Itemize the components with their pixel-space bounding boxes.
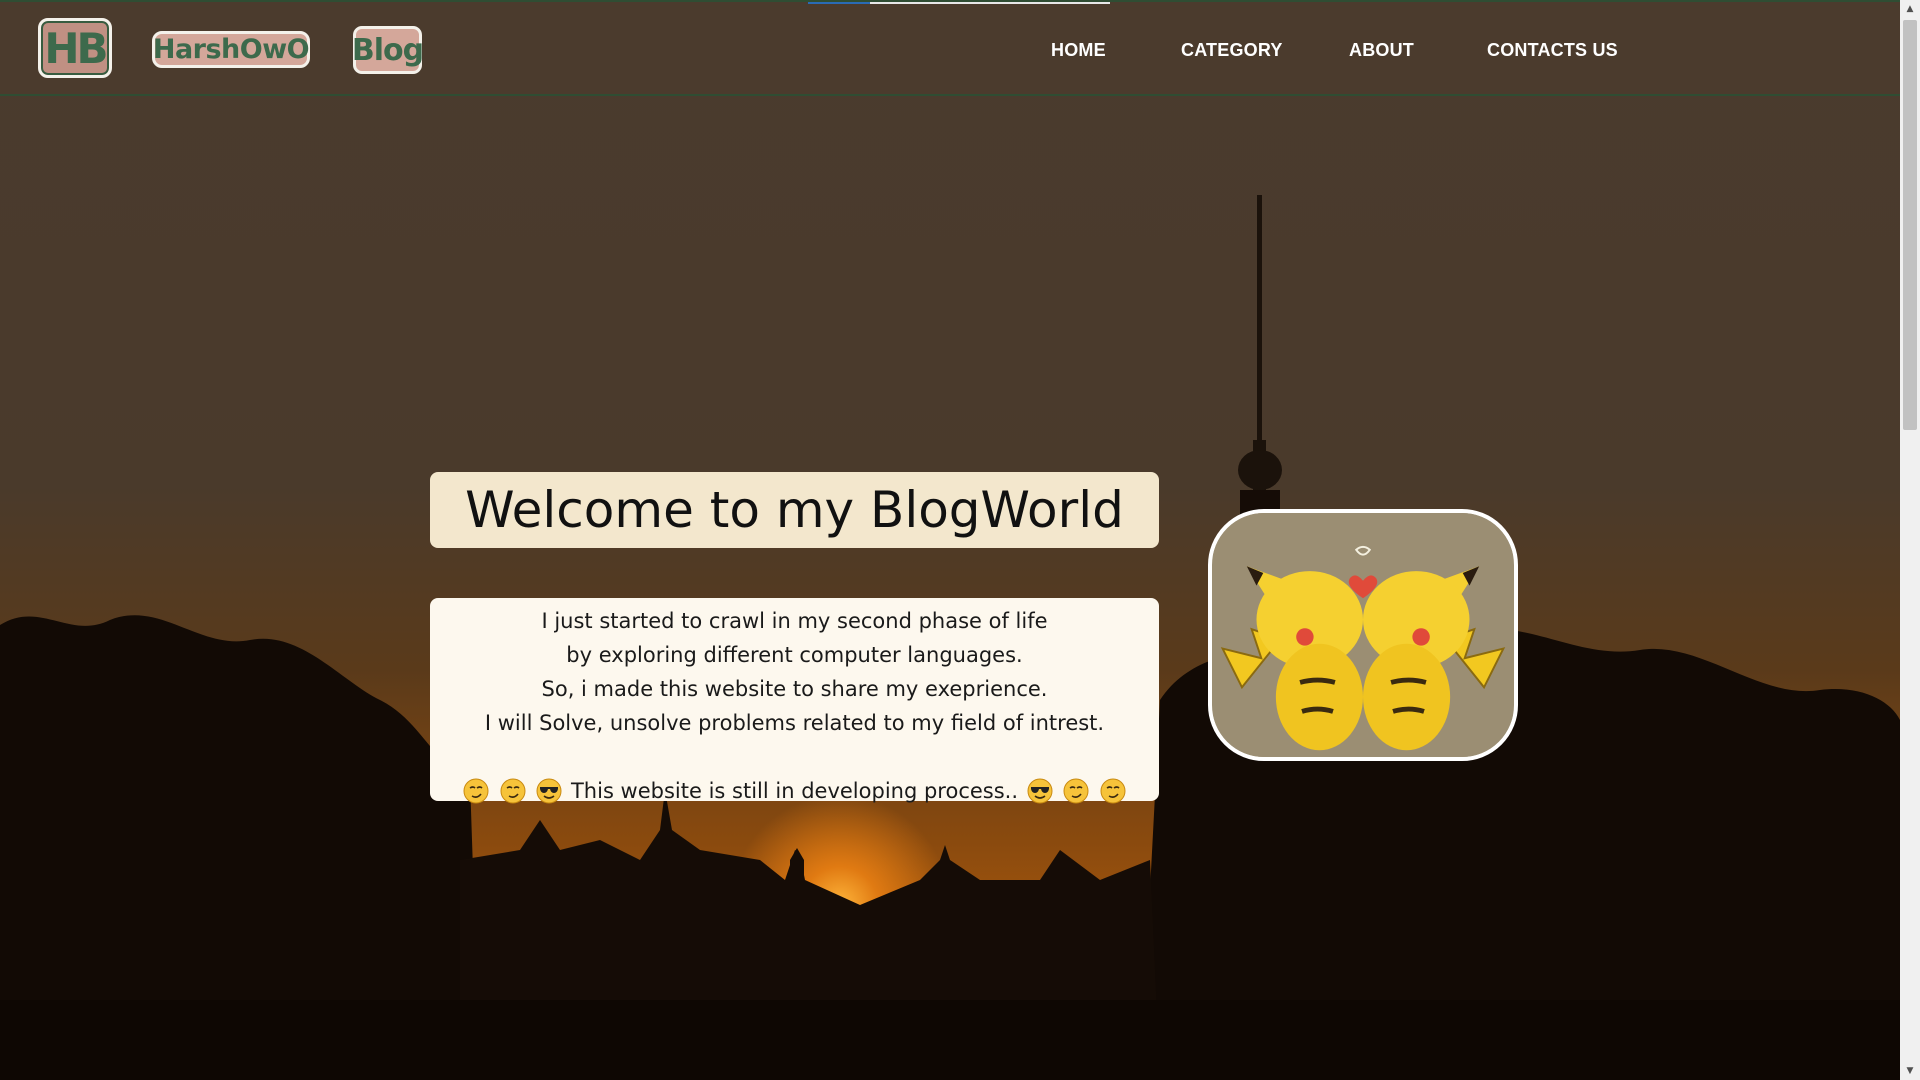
page-loading-indicator [808, 2, 870, 4]
intro-line: I will Solve, unsolve problems related t… [484, 711, 1105, 735]
sunglasses-emoji-icon [536, 778, 562, 804]
nav-contacts-link[interactable]: CONTACTS US [1487, 40, 1618, 61]
scroll-down-icon[interactable]: ▼ [1900, 1062, 1920, 1080]
page-loading-track [870, 2, 1110, 4]
smirk-emoji-icon [500, 778, 526, 804]
intro-line: I just started to crawl in my second pha… [541, 609, 1048, 633]
hero-title: Welcome to my BlogWorld [430, 472, 1159, 548]
intro-line: So, i made this website to share my exep… [541, 677, 1048, 701]
logo-initials[interactable]: HB [38, 18, 112, 78]
smirk-emoji-icon [463, 778, 489, 804]
intro-line: by exploring different computer language… [566, 643, 1023, 667]
intro-card: I just started to crawl in my second pha… [430, 598, 1159, 804]
status-line: This website is still in developing proc… [430, 774, 1159, 808]
top-navbar: HB HarshOwO Blog HOME CATEGORY ABOUT CON… [0, 0, 1900, 96]
smirk-emoji-icon [1063, 778, 1089, 804]
profile-pikachu-image [1208, 509, 1518, 761]
nav-about-link[interactable]: ABOUT [1349, 40, 1414, 61]
nav-home-link[interactable]: HOME [1051, 40, 1106, 61]
page-scrollbar[interactable]: ▲ ▼ [1900, 0, 1920, 1080]
sunglasses-emoji-icon [1027, 778, 1053, 804]
scroll-thumb[interactable] [1903, 20, 1917, 430]
smirk-emoji-icon [1100, 778, 1126, 804]
logo-site-name[interactable]: HarshOwO [152, 31, 310, 68]
scroll-up-icon[interactable]: ▲ [1900, 0, 1920, 18]
logo-blog-badge[interactable]: Blog [352, 26, 424, 74]
nav-category-link[interactable]: CATEGORY [1181, 40, 1283, 61]
status-text: This website is still in developing proc… [570, 779, 1019, 803]
pikachu-illustration [1212, 513, 1514, 757]
